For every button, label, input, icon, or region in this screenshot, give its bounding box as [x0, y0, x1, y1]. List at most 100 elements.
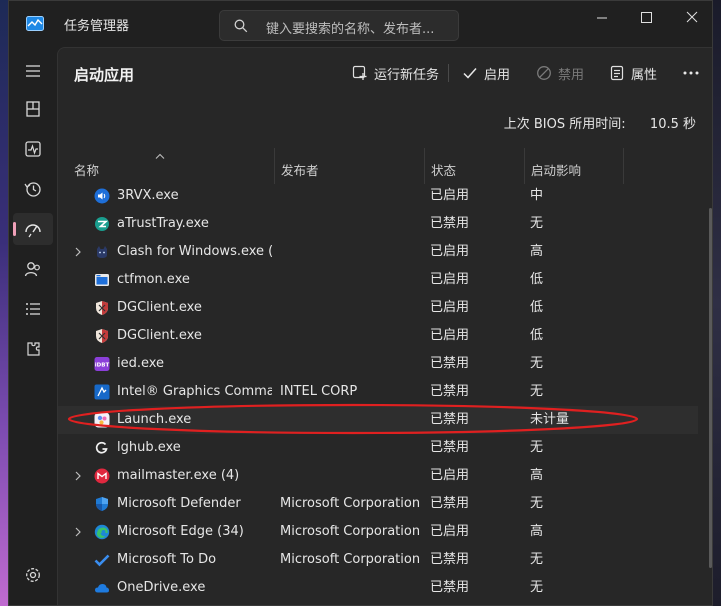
run-task-icon: [352, 65, 367, 80]
more-options-button[interactable]: [676, 58, 706, 88]
run-new-task-button[interactable]: 运行新任务: [346, 58, 445, 88]
expand-chevron-icon[interactable]: [74, 518, 86, 546]
shield-app-icon: [94, 328, 110, 344]
more-options-icon: [683, 71, 699, 75]
startup-apps-icon: [25, 224, 41, 238]
users-icon: [24, 262, 40, 277]
cell-status: 已禁用: [430, 356, 470, 371]
cell-impact: 无: [530, 580, 544, 595]
table-row[interactable]: Microsoft Edge (34) Microsoft Corporation…: [58, 518, 698, 546]
enable-button[interactable]: 启用: [456, 58, 516, 88]
ied-app-icon: iDBT: [94, 356, 110, 372]
cell-name: DGClient.exe: [117, 300, 202, 315]
atrust-app-icon: [94, 216, 110, 232]
cell-publisher: [280, 322, 426, 350]
nav-settings[interactable]: [13, 559, 53, 591]
table-row[interactable]: Intel® Graphics Comma… INTEL CORP 已禁用 无: [58, 378, 698, 406]
column-header-status[interactable]: 状态: [424, 148, 524, 184]
cell-publisher: INTEL CORP: [280, 384, 358, 399]
cell-name: ctfmon.exe: [117, 272, 190, 287]
cell-status: 已启用: [430, 468, 470, 483]
disable-label: 禁用: [558, 67, 585, 83]
run-new-task-label: 运行新任务: [374, 67, 440, 83]
bios-time: 上次 BIOS 所用时间: 10.5 秒: [504, 113, 696, 132]
nav-services[interactable]: [13, 333, 53, 365]
properties-label: 属性: [631, 67, 658, 83]
table-row[interactable]: iDBT ied.exe 已禁用 无: [58, 350, 698, 378]
cell-status: 已启用: [430, 524, 470, 539]
speaker-app-icon: [94, 188, 110, 204]
cell-status: 已启用: [430, 188, 470, 203]
cell-publisher: [280, 182, 426, 210]
properties-button[interactable]: 属性: [603, 58, 663, 88]
todo-check-icon: [94, 552, 110, 568]
maximize-button[interactable]: [631, 7, 661, 29]
table-row[interactable]: mailmaster.exe (4) 已启用 高: [58, 462, 698, 490]
cell-name: Microsoft Edge (34): [117, 524, 244, 539]
column-header-name[interactable]: 名称: [58, 148, 274, 184]
desktop-background-left: [0, 0, 8, 606]
nav-details[interactable]: [13, 293, 53, 325]
close-button[interactable]: [677, 7, 707, 29]
vertical-scrollbar[interactable]: [709, 208, 712, 568]
cell-status: 已禁用: [430, 580, 470, 595]
table-row[interactable]: lghub.exe 已禁用 无: [58, 434, 698, 462]
settings-icon: [26, 568, 40, 582]
cell-impact: 无: [530, 440, 544, 455]
disable-button[interactable]: 禁用: [530, 58, 590, 88]
table-row[interactable]: Clash for Windows.exe (… 已启用 高: [58, 238, 698, 266]
cell-publisher: Microsoft Corporation: [280, 552, 421, 567]
nav-performance[interactable]: [13, 133, 53, 165]
table-row[interactable]: OneDrive.exe 已禁用 无: [58, 574, 698, 602]
shield-app-icon: [94, 300, 110, 316]
expand-chevron-icon[interactable]: [74, 238, 86, 266]
logitech-g-icon: [94, 440, 110, 456]
minimize-button[interactable]: [587, 7, 617, 29]
performance-icon: [25, 141, 41, 157]
cell-publisher: [280, 406, 426, 434]
page-title: 启动应用: [74, 66, 135, 84]
search-placeholder: 键入要搜索的名称、发布者...: [266, 22, 435, 37]
intel-graphics-icon: [94, 384, 110, 400]
table-row[interactable]: Microsoft To Do Microsoft Corporation 已禁用 无: [58, 546, 698, 574]
table-row[interactable]: Launch.exe 已禁用 未计量: [58, 406, 698, 434]
cell-name: Intel® Graphics Comma…: [117, 384, 272, 399]
cell-status: 已禁用: [430, 384, 470, 399]
details-icon: [26, 303, 40, 315]
cell-publisher: [280, 266, 426, 294]
table-row[interactable]: aTrustTray.exe 已禁用 无: [58, 210, 698, 238]
cell-impact: 低: [530, 272, 544, 287]
table-row[interactable]: 3RVX.exe 已启用 中: [58, 182, 698, 210]
hamburger-menu-button[interactable]: [13, 55, 53, 87]
table-row[interactable]: ctfmon.exe 已启用 低: [58, 266, 698, 294]
nav-processes[interactable]: [13, 93, 53, 125]
disable-icon: [537, 66, 551, 80]
properties-icon: [610, 65, 624, 81]
title-bar: 任务管理器 键入要搜索的名称、发布者...: [9, 1, 712, 47]
cell-impact: 高: [530, 244, 544, 259]
enable-label: 启用: [484, 67, 511, 83]
cell-status: 已禁用: [430, 412, 470, 427]
cell-name: DGClient.exe: [117, 328, 202, 343]
services-icon: [27, 342, 40, 356]
table-row[interactable]: DGClient.exe 已启用 低: [58, 294, 698, 322]
search-box[interactable]: 键入要搜索的名称、发布者...: [219, 10, 459, 41]
cell-status: 已禁用: [430, 552, 470, 567]
column-header-impact[interactable]: 启动影响: [524, 148, 624, 184]
column-header-publisher[interactable]: 发布者: [274, 148, 424, 184]
expand-chevron-icon[interactable]: [74, 462, 86, 490]
cell-name: Launch.exe: [117, 412, 192, 427]
cell-status: 已启用: [430, 328, 470, 343]
cell-name: OneDrive.exe: [117, 580, 206, 595]
cell-publisher: [280, 574, 426, 602]
cell-publisher: [280, 434, 426, 462]
startup-apps-panel: 启动应用 运行新任务 启用 禁用 属性 上次 BIOS 所用时间: 10.5 秒…: [57, 47, 712, 605]
nav-app-history[interactable]: [13, 173, 53, 205]
nav-users[interactable]: [13, 253, 53, 285]
cell-impact: 高: [530, 468, 544, 483]
nav-startup-apps[interactable]: [13, 213, 53, 245]
table-row[interactable]: Microsoft Defender Microsoft Corporation 已…: [58, 490, 698, 518]
cell-publisher: [280, 294, 426, 322]
cell-impact: 无: [530, 552, 544, 567]
table-row[interactable]: DGClient.exe 已启用 低: [58, 322, 698, 350]
